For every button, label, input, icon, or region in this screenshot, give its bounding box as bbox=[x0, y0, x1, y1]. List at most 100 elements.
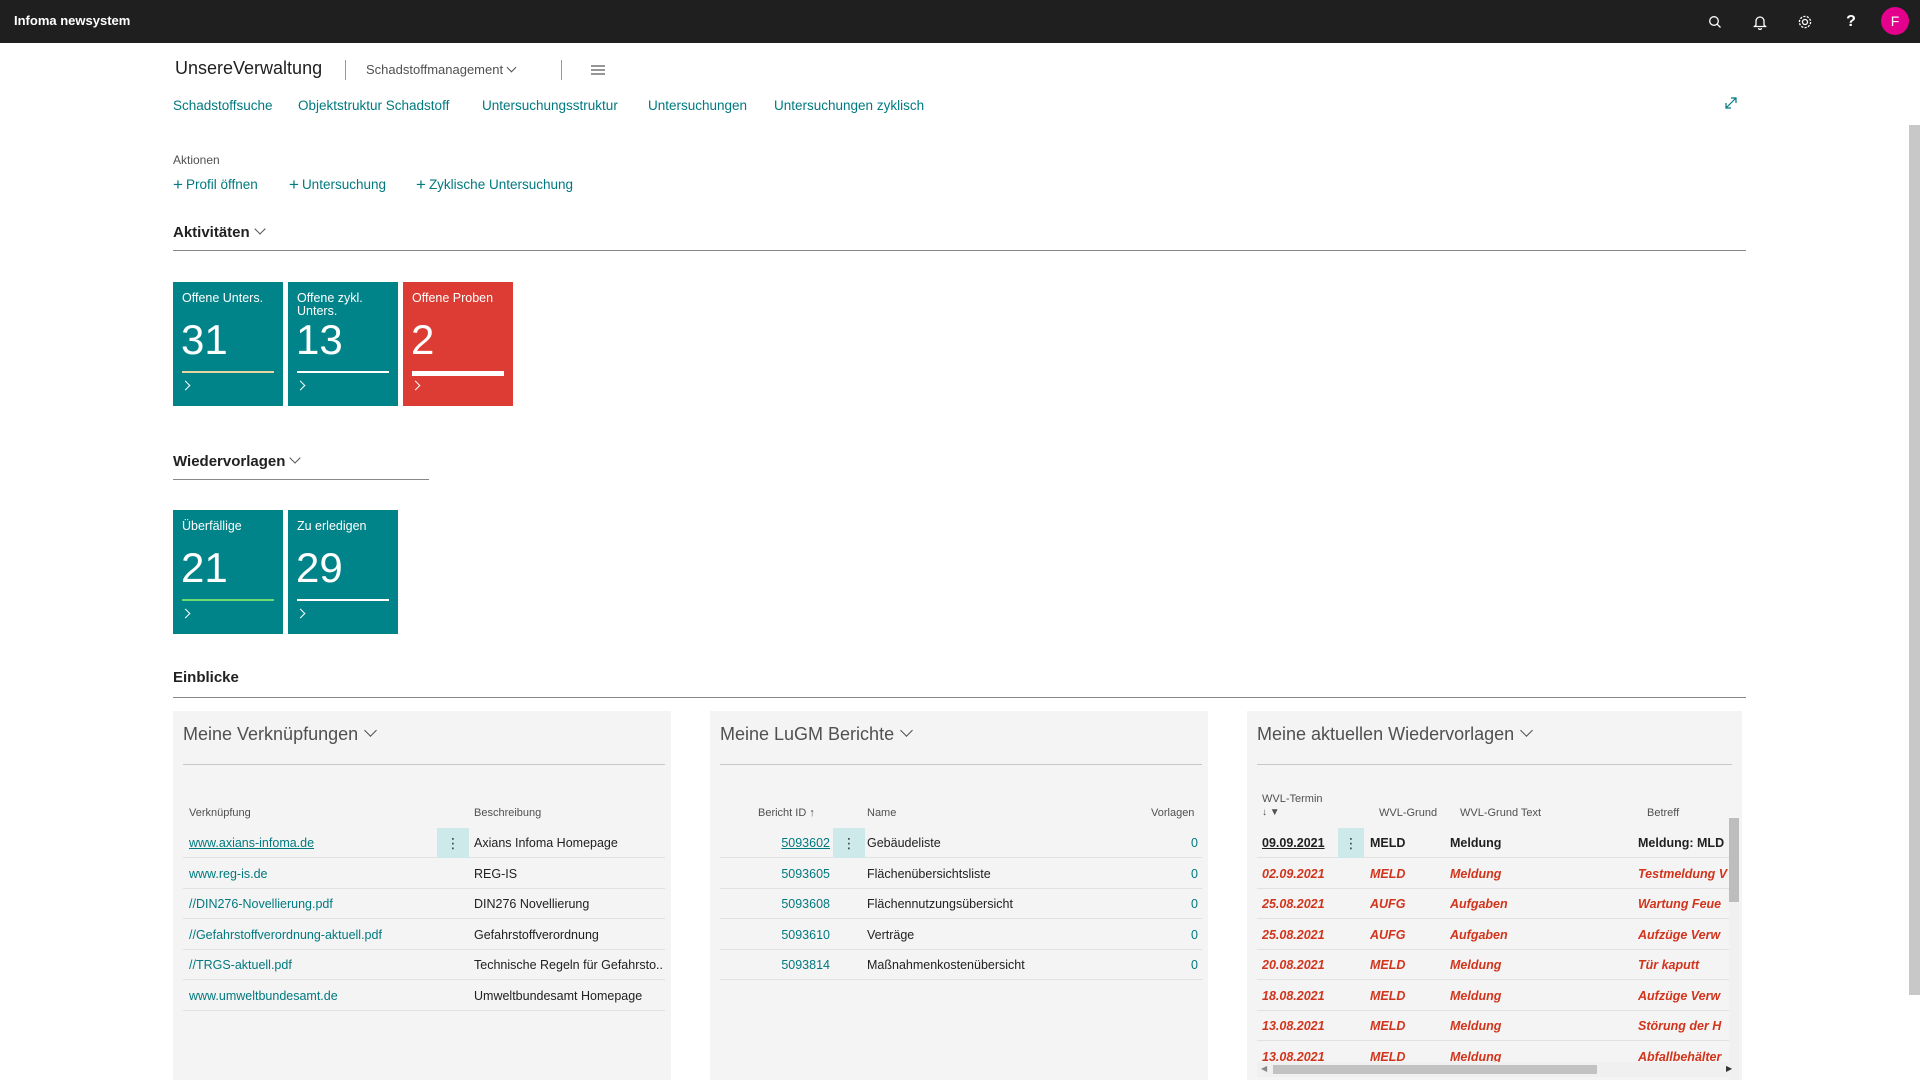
tile-title: Offene Proben bbox=[412, 291, 494, 305]
termin-cell[interactable]: 02.09.2021 bbox=[1262, 867, 1342, 881]
column-header[interactable]: WVL-Grund bbox=[1379, 807, 1437, 819]
table-row[interactable]: 5093605 Flächenübersichtsliste 0 bbox=[720, 859, 1202, 889]
vorlagen-cell[interactable]: 0 bbox=[1170, 897, 1198, 911]
table-row[interactable]: www.axians-infoma.de ⋮ Axians Infoma Homep… bbox=[183, 828, 665, 858]
table-row[interactable]: 02.09.2021 MELD Meldung Testmeldung V bbox=[1257, 859, 1739, 889]
grund-cell: MELD bbox=[1370, 1019, 1406, 1033]
table-row[interactable]: 09.09.2021 ⋮ MELD Meldung Meldung: MLD bbox=[1257, 828, 1739, 858]
table-row[interactable]: 5093602 ⋮ Gebäudeliste 0 bbox=[720, 828, 1202, 858]
report-id-cell[interactable]: 5093602 bbox=[770, 836, 830, 850]
section-divider bbox=[173, 697, 1746, 698]
vorlagen-cell[interactable]: 0 bbox=[1170, 836, 1198, 850]
avatar[interactable]: F bbox=[1881, 7, 1909, 35]
betreff-cell: Testmeldung V bbox=[1638, 866, 1728, 881]
table-row[interactable]: 13.08.2021 MELD Meldung Abfallbehälter bbox=[1257, 1042, 1739, 1063]
tile[interactable]: Überfällige 21 bbox=[173, 510, 283, 634]
termin-cell[interactable]: 09.09.2021 bbox=[1262, 836, 1342, 850]
table-row[interactable]: 20.08.2021 MELD Meldung Tür kaputt bbox=[1257, 950, 1739, 980]
column-header[interactable]: WVL-Grund Text bbox=[1460, 807, 1541, 819]
more-options-icon[interactable]: ⋮ bbox=[437, 828, 469, 858]
vertical-scrollbar[interactable] bbox=[1729, 818, 1739, 1080]
section-wiedervorlagen[interactable]: Wiedervorlagen bbox=[173, 452, 302, 470]
table-row[interactable]: 5093610 Verträge 0 bbox=[720, 920, 1202, 950]
report-id-cell[interactable]: 5093814 bbox=[770, 958, 830, 972]
more-options-icon[interactable]: ⋮ bbox=[1338, 828, 1364, 858]
scrollbar-thumb[interactable] bbox=[1729, 818, 1739, 902]
bell-icon[interactable] bbox=[1749, 11, 1771, 33]
gear-icon[interactable] bbox=[1794, 11, 1816, 33]
nav-schadstoffsuche[interactable]: Schadstoffsuche bbox=[173, 98, 273, 113]
search-icon[interactable] bbox=[1704, 11, 1726, 33]
table-row[interactable]: 13.08.2021 MELD Meldung Störung der H bbox=[1257, 1011, 1739, 1041]
card-title[interactable]: Meine LuGM Berichte bbox=[720, 724, 913, 745]
section-aktivitaeten[interactable]: Aktivitäten bbox=[173, 223, 266, 241]
report-id-cell[interactable]: 5093610 bbox=[770, 928, 830, 942]
header-divider bbox=[561, 60, 562, 80]
link-cell[interactable]: //Gefahrstoffverordnung-aktuell.pdf bbox=[189, 928, 429, 942]
module-selector[interactable]: Schadstoffmanagement bbox=[366, 62, 517, 77]
table-row[interactable]: 18.08.2021 MELD Meldung Aufzüge Verw bbox=[1257, 981, 1739, 1011]
termin-cell[interactable]: 18.08.2021 bbox=[1262, 989, 1342, 1003]
termin-cell[interactable]: 20.08.2021 bbox=[1262, 958, 1342, 972]
untersuchung-button[interactable]: + Untersuchung bbox=[289, 175, 386, 195]
zyklische-untersuchung-button[interactable]: + Zyklische Untersuchung bbox=[416, 175, 573, 195]
link-cell[interactable]: //DIN276-Novellierung.pdf bbox=[189, 897, 429, 911]
expand-icon[interactable] bbox=[1724, 96, 1738, 115]
column-header[interactable]: Name bbox=[867, 807, 896, 819]
scrollbar-thumb[interactable] bbox=[1273, 1065, 1597, 1074]
menu-icon[interactable] bbox=[590, 63, 606, 75]
table-row[interactable]: //Gefahrstoffverordnung-aktuell.pdf Gefah… bbox=[183, 920, 665, 950]
column-header[interactable]: Vorlagen bbox=[1151, 807, 1194, 819]
nav-untersuchungsstruktur[interactable]: Untersuchungsstruktur bbox=[482, 98, 618, 113]
table-row[interactable]: //DIN276-Novellierung.pdf DIN276 Novellie… bbox=[183, 889, 665, 919]
tile[interactable]: Offene zykl. Unters. 13 bbox=[288, 282, 398, 406]
vorlagen-cell[interactable]: 0 bbox=[1170, 928, 1198, 942]
column-header[interactable]: Beschreibung bbox=[474, 807, 541, 819]
table-row[interactable]: www.reg-is.de REG-IS bbox=[183, 859, 665, 889]
link-cell[interactable]: www.reg-is.de bbox=[189, 867, 429, 881]
page-scrollbar[interactable] bbox=[1909, 125, 1920, 995]
vorlagen-cell[interactable]: 0 bbox=[1170, 867, 1198, 881]
tile[interactable]: Zu erledigen 29 bbox=[288, 510, 398, 634]
nav-untersuchungen[interactable]: Untersuchungen bbox=[648, 98, 747, 113]
termin-cell[interactable]: 25.08.2021 bbox=[1262, 928, 1342, 942]
report-id-cell[interactable]: 5093605 bbox=[770, 867, 830, 881]
horizontal-scrollbar[interactable]: ◀ ▶ bbox=[1257, 1062, 1739, 1077]
table-row[interactable]: //TRGS-aktuell.pdf Technische Regeln für … bbox=[183, 950, 665, 980]
report-id-cell[interactable]: 5093608 bbox=[770, 897, 830, 911]
tile[interactable]: Offene Proben 2 bbox=[403, 282, 513, 406]
table-row[interactable]: 25.08.2021 AUFG Aufgaben Wartung Feue bbox=[1257, 889, 1739, 919]
link-cell[interactable]: www.axians-infoma.de bbox=[189, 836, 429, 850]
table-row[interactable]: 5093814 Maßnahmenkostenübersicht 0 bbox=[720, 950, 1202, 980]
scroll-left-icon[interactable]: ◀ bbox=[1261, 1064, 1267, 1073]
nav-objektstruktur[interactable]: Objektstruktur Schadstoff bbox=[298, 98, 449, 113]
link-cell[interactable]: //TRGS-aktuell.pdf bbox=[189, 958, 429, 972]
help-icon[interactable]: ? bbox=[1840, 11, 1862, 33]
chevron-down-icon bbox=[900, 724, 913, 737]
termin-cell[interactable]: 13.08.2021 bbox=[1262, 1050, 1342, 1063]
column-header[interactable]: WVL-Termin bbox=[1262, 793, 1323, 805]
link-cell[interactable]: www.umweltbundesamt.de bbox=[189, 989, 429, 1003]
table-row[interactable]: 5093608 Flächennutzungsübersicht 0 bbox=[720, 889, 1202, 919]
termin-cell[interactable]: 13.08.2021 bbox=[1262, 1019, 1342, 1033]
column-header[interactable]: Verknüpfung bbox=[189, 807, 251, 819]
card-title[interactable]: Meine aktuellen Wiedervorlagen bbox=[1257, 724, 1534, 745]
sort-filter-icon[interactable]: ↓ ▼ bbox=[1262, 807, 1280, 818]
column-header[interactable]: Bericht ID ↑ bbox=[758, 807, 815, 819]
tile-value: 31 bbox=[181, 316, 228, 363]
tile[interactable]: Offene Unters. 31 bbox=[173, 282, 283, 406]
vorlagen-cell[interactable]: 0 bbox=[1170, 958, 1198, 972]
table-row[interactable]: www.umweltbundesamt.de Umweltbundesamt Ho… bbox=[183, 981, 665, 1011]
column-header[interactable]: Betreff bbox=[1647, 807, 1679, 819]
grund-text-cell: Meldung bbox=[1450, 1049, 1502, 1063]
scroll-right-icon[interactable]: ▶ bbox=[1726, 1064, 1732, 1073]
more-options-icon[interactable]: ⋮ bbox=[833, 828, 865, 858]
termin-cell[interactable]: 25.08.2021 bbox=[1262, 897, 1342, 911]
table-row[interactable]: 25.08.2021 AUFG Aufgaben Aufzüge Verw bbox=[1257, 920, 1739, 950]
chevron-down-icon bbox=[289, 452, 302, 464]
grund-cell: AUFG bbox=[1370, 897, 1406, 911]
nav-untersuchungen-zyklisch[interactable]: Untersuchungen zyklisch bbox=[774, 98, 924, 113]
app-name[interactable]: Infoma newsystem bbox=[14, 13, 130, 28]
profil-oeffnen-button[interactable]: + Profil öffnen bbox=[173, 175, 258, 195]
card-title[interactable]: Meine Verknüpfungen bbox=[183, 724, 378, 745]
